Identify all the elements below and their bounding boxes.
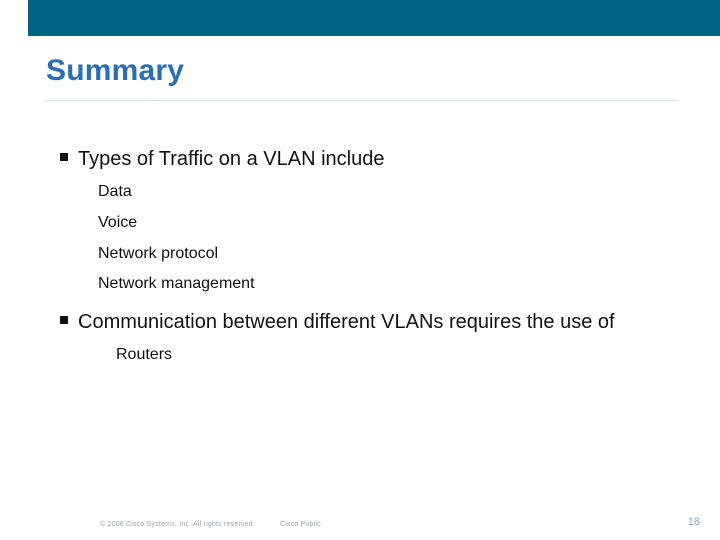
bullet-text: Types of Traffic on a VLAN include: [78, 146, 384, 172]
square-bullet-icon: [60, 153, 68, 161]
bullet-item: Communication between different VLANs re…: [60, 309, 660, 335]
header-bar-notch: [0, 0, 28, 36]
title-underline: [46, 100, 678, 101]
footer-copyright: © 2006 Cisco Systems, Inc. All rights re…: [100, 521, 255, 528]
sub-item: Network management: [98, 274, 660, 295]
slide-title: Summary: [46, 54, 184, 88]
square-bullet-icon: [60, 316, 68, 324]
bullet-item: Types of Traffic on a VLAN include: [60, 146, 660, 172]
sub-list: Routers: [116, 345, 660, 366]
slide: Summary Types of Traffic on a VLAN inclu…: [0, 0, 720, 540]
bullet-text: Communication between different VLANs re…: [78, 309, 615, 335]
header-bar: [0, 0, 720, 36]
content-area: Types of Traffic on a VLAN include Data …: [60, 146, 660, 380]
sub-item: Data: [98, 182, 660, 203]
footer-classification: Cisco Public: [280, 521, 321, 528]
sub-item: Voice: [98, 213, 660, 234]
sub-item: Routers: [116, 345, 660, 366]
sub-list: Data Voice Network protocol Network mana…: [98, 182, 660, 295]
sub-item: Network protocol: [98, 244, 660, 265]
page-number: 18: [688, 516, 700, 528]
